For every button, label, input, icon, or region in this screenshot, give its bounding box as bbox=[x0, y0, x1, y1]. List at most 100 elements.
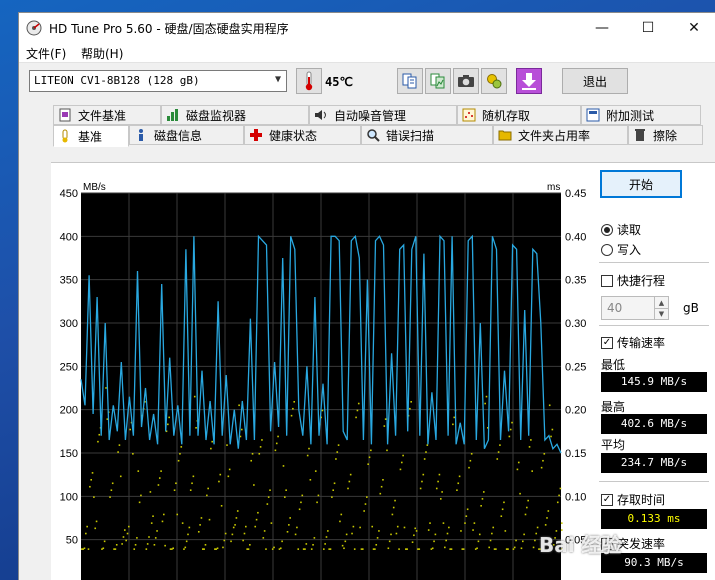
access-time-point bbox=[511, 421, 513, 424]
tab-file-benchmark[interactable]: 文件基准 bbox=[53, 105, 161, 125]
access-time-point bbox=[122, 536, 125, 538]
tab-random-access[interactable]: 随机存取 bbox=[457, 105, 581, 125]
tab-noise-management[interactable]: 自动噪音管理 bbox=[309, 105, 457, 125]
access-time-point bbox=[477, 540, 480, 543]
access-time-point bbox=[323, 548, 325, 550]
transfer-rate-checkbox[interactable]: ✓ 传输速率 bbox=[601, 334, 665, 351]
access-time-point bbox=[317, 494, 320, 497]
access-time-point bbox=[109, 496, 111, 498]
close-button[interactable]: ✕ bbox=[671, 13, 715, 43]
copy-image-button[interactable] bbox=[425, 68, 451, 94]
tab-extra-tests[interactable]: 附加测试 bbox=[581, 105, 701, 125]
write-radio[interactable]: 写入 bbox=[601, 241, 641, 258]
screenshot-button[interactable] bbox=[453, 68, 479, 94]
access-time-point bbox=[243, 532, 246, 535]
access-time-point bbox=[481, 498, 484, 500]
access-time-point bbox=[153, 544, 156, 546]
access-time-point bbox=[160, 470, 162, 472]
access-time-point bbox=[441, 491, 443, 493]
spin-up-icon[interactable]: ▲ bbox=[654, 297, 668, 308]
info-icon bbox=[134, 128, 148, 142]
tab-row-top: 文件基准 磁盘监视器 自动噪音管理 随机存取 附加测试 bbox=[53, 105, 703, 125]
access-time-point bbox=[414, 527, 417, 530]
file-benchmark-icon bbox=[58, 108, 72, 122]
save-down-icon bbox=[522, 73, 536, 90]
drive-select[interactable]: LITEON CV1-8B128 (128 gB) ▼ bbox=[29, 70, 287, 92]
tab-erase[interactable]: 擦除 bbox=[628, 125, 703, 145]
access-time-point bbox=[371, 525, 374, 528]
access-time-point bbox=[103, 540, 106, 543]
access-time-point bbox=[129, 428, 132, 431]
access-time-point bbox=[314, 470, 317, 472]
read-radio[interactable]: 读取 bbox=[601, 221, 641, 238]
short-stroke-spinner[interactable]: 40 ▲ ▼ bbox=[601, 296, 669, 320]
tab-disk-monitor[interactable]: 磁盘监视器 bbox=[161, 105, 309, 125]
access-time-point bbox=[279, 547, 282, 550]
access-time-point bbox=[364, 503, 367, 505]
benchmark-icon bbox=[58, 129, 72, 143]
access-time-point bbox=[344, 540, 347, 543]
thermometer-button[interactable] bbox=[296, 68, 322, 94]
access-time-point bbox=[297, 548, 300, 550]
access-time-point bbox=[339, 520, 341, 523]
exit-button[interactable]: 退出 bbox=[562, 68, 628, 94]
copy-text-button[interactable] bbox=[397, 68, 423, 94]
access-time-point bbox=[484, 402, 486, 405]
access-time-point bbox=[203, 548, 205, 550]
maximize-button[interactable]: ☐ bbox=[625, 13, 671, 43]
access-time-point bbox=[232, 526, 235, 529]
menu-file[interactable]: 文件(F) bbox=[26, 45, 66, 62]
access-time-point bbox=[516, 468, 519, 471]
access-time-point bbox=[418, 548, 421, 550]
access-time-point bbox=[375, 544, 378, 546]
access-time-point bbox=[410, 401, 412, 403]
drive-select-value: LITEON CV1-8B128 (128 gB) bbox=[34, 74, 200, 87]
access-time-point bbox=[133, 548, 136, 550]
access-time-point bbox=[93, 496, 95, 498]
spin-down-icon[interactable]: ▼ bbox=[654, 308, 668, 319]
tab-label: 磁盘信息 bbox=[154, 128, 203, 143]
access-time-point bbox=[335, 458, 337, 460]
access-time-point bbox=[185, 540, 188, 543]
save-button[interactable] bbox=[516, 68, 542, 94]
short-stroke-checkbox[interactable]: 快捷行程 bbox=[601, 272, 665, 289]
access-time-point bbox=[115, 544, 118, 546]
options-button[interactable] bbox=[481, 68, 507, 94]
access-time-point bbox=[398, 548, 400, 550]
minimize-button[interactable]: — bbox=[579, 13, 625, 43]
access-time-point bbox=[384, 418, 387, 420]
trash-icon bbox=[633, 128, 647, 142]
benchmark-panel: 50 100 150 200 250 300 350 400 450 0.05 0.10 0.15 0… bbox=[51, 162, 715, 580]
access-time-point bbox=[245, 525, 247, 528]
start-button[interactable]: 开始 bbox=[600, 170, 682, 198]
tab-error-scan[interactable]: 错误扫描 bbox=[361, 125, 493, 145]
access-time-point bbox=[119, 475, 122, 478]
access-time-point bbox=[402, 454, 404, 457]
menu-help[interactable]: 帮助(H) bbox=[81, 45, 123, 62]
access-time-point bbox=[117, 451, 119, 453]
exit-button-label: 退出 bbox=[582, 74, 607, 89]
access-time-point bbox=[550, 435, 552, 438]
access-time-point bbox=[300, 501, 302, 504]
access-time-checkbox[interactable]: ✓ 存取时间 bbox=[601, 491, 665, 508]
close-icon: ✕ bbox=[688, 20, 700, 36]
access-time-point bbox=[446, 532, 449, 535]
access-time-point bbox=[531, 470, 533, 472]
divider bbox=[599, 325, 709, 326]
tab-benchmark[interactable]: 基准 bbox=[53, 125, 129, 147]
access-time-point bbox=[97, 440, 99, 443]
access-time-point bbox=[91, 472, 94, 474]
y2-tick-label: 0.35 bbox=[565, 275, 586, 287]
tab-folder-usage[interactable]: 文件夹占用率 bbox=[493, 125, 628, 145]
access-time-point bbox=[114, 548, 117, 550]
access-time-point bbox=[230, 540, 232, 543]
tab-disk-info[interactable]: 磁盘信息 bbox=[129, 125, 244, 145]
y-tick-label: 400 bbox=[60, 231, 78, 243]
access-time-point bbox=[123, 529, 126, 531]
access-time-point bbox=[347, 487, 349, 490]
tab-health[interactable]: 健康状态 bbox=[244, 125, 361, 145]
access-time-point bbox=[485, 395, 488, 398]
read-radio-circle bbox=[601, 223, 613, 236]
access-time-point bbox=[520, 547, 523, 550]
access-time-point bbox=[251, 453, 254, 455]
